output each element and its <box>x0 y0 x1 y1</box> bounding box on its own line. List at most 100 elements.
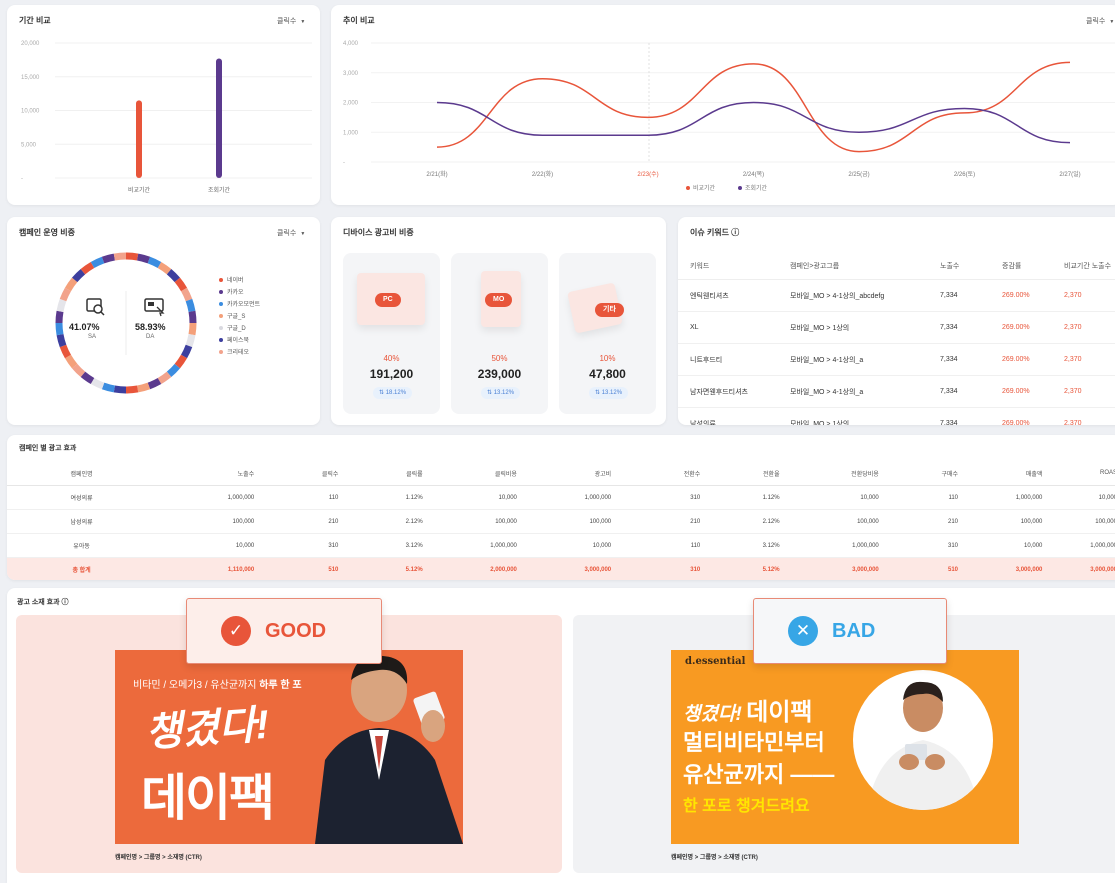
campaign-group-cell: 모바일_MO > 4-1상의_a <box>778 375 928 408</box>
donut-segment <box>59 344 72 359</box>
y-tick-label: - <box>21 176 23 182</box>
column-header[interactable]: 전환율 <box>710 461 790 486</box>
column-header[interactable]: 비교기간 노출수 <box>1052 253 1115 280</box>
donut-segment <box>55 310 64 324</box>
donut-segment <box>188 310 197 324</box>
keyword-cell: 남성의류 <box>678 407 778 425</box>
device-share-card: 디바이스 광고비 비중 PC 40% 191,200 ⇅ 18.12% MO 5… <box>331 217 666 425</box>
device-change-value: 13.12% <box>601 390 623 396</box>
column-header[interactable]: 구매수 <box>888 461 969 486</box>
table-row[interactable]: 유아동 10,000 310 3.12% 1,000,000 10,000 11… <box>7 533 1115 558</box>
table-row[interactable]: 남성의류 모바일_MO > 1상의 7,334 269.00% 2,370 <box>678 407 1115 425</box>
column-header[interactable]: 캠페인명 <box>7 461 156 486</box>
table-cell: 10,000 <box>155 533 265 558</box>
keyword-cell: XL <box>678 311 778 344</box>
donut-segment <box>90 256 105 269</box>
table-row[interactable]: 여성의류 1,000,000 110 1.12% 10,000 1,000,00… <box>7 485 1115 510</box>
column-header[interactable]: 증감률 <box>990 253 1052 280</box>
device-percent: 40% <box>383 354 400 363</box>
table-cell: 100,000 <box>155 509 265 534</box>
donut-segment <box>80 261 95 275</box>
device-value: 191,200 <box>369 367 414 381</box>
table-header-row: 캠페인명 노출수 클릭수 클릭률 클릭비용 광고비 전환수 전환율 전환당비용 … <box>7 461 1115 486</box>
column-header[interactable]: 광고비 <box>526 461 622 486</box>
donut-segment <box>157 261 172 275</box>
legend-dot <box>219 326 223 331</box>
good-ad-top-strong: 하루 한 포 <box>259 680 302 691</box>
table-cell: 10,000 <box>526 533 622 558</box>
table-row[interactable]: 니트후드티 모바일_MO > 4-1상의_a 7,334 269.00% 2,3… <box>678 343 1115 376</box>
share-metric-label: 클릭수 <box>277 230 297 237</box>
table-cell: 210 <box>264 509 349 534</box>
impressions-cell: 7,334 <box>928 343 990 376</box>
donut-segment <box>188 322 197 336</box>
donut-segment <box>185 333 196 348</box>
column-header[interactable]: 키워드 <box>678 253 778 280</box>
table-row[interactable]: 남자면웬후드티셔츠 모바일_MO > 4-1상의_a 7,334 269.00%… <box>678 375 1115 408</box>
impressions-cell: 7,334 <box>928 311 990 344</box>
share-metric-select[interactable]: 클릭수 ▼ <box>277 228 305 238</box>
donut-segment <box>166 363 181 378</box>
bad-ad-line2: 멀티비타민부터 <box>683 730 825 755</box>
column-header[interactable]: 노출수 <box>928 253 990 280</box>
table-cell: 110 <box>621 533 711 558</box>
column-header[interactable]: 클릭수 <box>264 461 349 486</box>
column-header[interactable]: 전환당비용 <box>789 461 889 486</box>
table-cell: 110 <box>888 485 969 510</box>
table-cell: 310 <box>621 485 711 510</box>
column-header[interactable]: 노출수 <box>155 461 265 486</box>
table-cell: 3.12% <box>710 533 790 558</box>
chevron-down-icon: ▼ <box>300 231 306 237</box>
y-tick-label: 15,000 <box>21 75 40 81</box>
good-ad-banner[interactable]: 비타민 / 오메가3 / 유산균까지 하루 한 포 챙겼다! 데이팩 <box>115 650 463 844</box>
device-tag: PC <box>375 293 401 307</box>
legend-label: 페이스북 <box>227 338 250 344</box>
campaign-group-cell: 모바일_MO > 4-1상의_a <box>778 343 928 376</box>
da-label: DA <box>146 334 155 340</box>
good-ad-top-line: 비타민 / 오메가3 / 유산균까지 하루 한 포 <box>133 676 302 691</box>
x-tick-label: 2/24(목) <box>743 171 764 178</box>
column-header[interactable]: 전환수 <box>621 461 711 486</box>
bad-ad-logo: d.essential <box>685 656 746 667</box>
table-cell: 2.12% <box>710 509 790 534</box>
legend-item: 카카오모먼트 <box>219 299 260 311</box>
bad-ad-banner[interactable]: d.essential 챙겼다! 데이팩 멀티비타민부터 유산균까지 —— 한 … <box>671 650 1019 844</box>
x-tick-label: 2/23(수) <box>637 171 658 178</box>
column-header[interactable]: 클릭비용 <box>432 461 527 486</box>
x-tick-label: 2/21(화) <box>426 171 447 178</box>
column-header[interactable]: 매출액 <box>968 461 1053 486</box>
table-header-row: 키워드 캠페인>광고그룹 노출수 증감률 비교기간 노출수 <box>678 253 1115 280</box>
table-cell: 10,000 <box>968 533 1053 558</box>
bad-ad-model-circle <box>853 670 993 810</box>
impressions-cell: 7,334 <box>928 375 990 408</box>
donut-segment <box>174 277 188 292</box>
donut-segment <box>147 377 162 390</box>
series-line <box>436 61 1071 153</box>
campaign-effect-card: 캠페인 별 광고 효과 캠페인명 노출수 클릭수 클릭률 클릭비용 광고비 전환… <box>7 435 1115 580</box>
column-header[interactable]: ROAS <box>1052 461 1115 486</box>
donut-segment <box>147 256 162 269</box>
legend-item: 구글_S <box>219 311 260 323</box>
column-header[interactable]: 클릭률 <box>348 461 433 486</box>
total-cell: 3,000,000 <box>1052 557 1115 580</box>
trend-compare-card: 추이 비교 클릭수 ▼ 4,000 3,000 2,000 1,000-2/21(화) 2… <box>331 5 1115 205</box>
donut-segment <box>56 333 67 348</box>
donut-segment <box>64 354 78 369</box>
column-header[interactable]: 캠페인>광고그룹 <box>778 253 928 280</box>
issue-keyword-card: 이슈 키워드 ⓘ 키워드 캠페인>광고그룹 노출수 증감률 비교기간 노출수 엔… <box>678 217 1115 425</box>
campaign-group-cell: 모바일_MO > 4-1상의_abcdefg <box>778 279 928 312</box>
device-tile-mo: MO 50% 239,000 ⇅ 13.12% <box>451 253 548 414</box>
check-icon: ✓ <box>221 616 251 646</box>
donut-segment <box>125 385 139 394</box>
table-row[interactable]: XL 모바일_MO > 1상의 7,334 269.00% 2,370 <box>678 311 1115 344</box>
trend-line-chart: 4,000 3,000 2,000 1,000 - 2/21(화) 2/22(화) 2/23(… <box>343 41 1115 192</box>
table-row[interactable]: 남성의류 100,000 210 2.12% 100,000 100,000 2… <box>7 509 1115 534</box>
issue-keyword-table: 키워드 캠페인>광고그룹 노출수 증감률 비교기간 노출수 엔틱웬티셔츠 모바일… <box>678 253 1115 425</box>
device-tile-etc: 기타 10% 47,800 ⇅ 13.12% <box>559 253 656 414</box>
table-row[interactable]: 엔틱웬티셔츠 모바일_MO > 4-1상의_abcdefg 7,334 269.… <box>678 279 1115 312</box>
good-ad-brand: 데이팩 <box>141 770 275 826</box>
bad-ad-line3: 유산균까지 —— <box>683 762 835 787</box>
legend-dot <box>738 186 742 190</box>
table-cell: 310 <box>264 533 349 558</box>
impressions-cell: 7,334 <box>928 407 990 425</box>
